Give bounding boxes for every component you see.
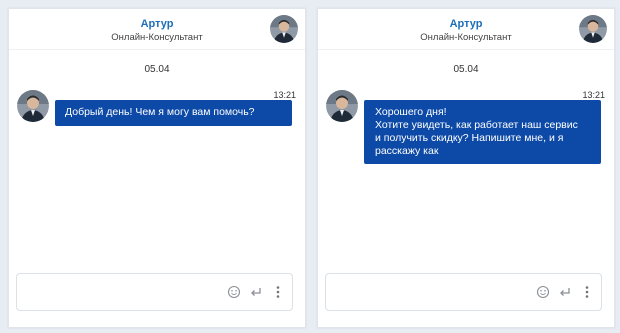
composer-actions xyxy=(536,285,594,299)
agent-role: Онлайн-Консультант xyxy=(111,32,203,43)
message-line: Хотите увидеть, как работает наш сервис xyxy=(375,119,578,131)
chat-window-right: Артур Онлайн-Консультант 05.04 13:21 Хор… xyxy=(317,8,615,328)
message-line: Хорошего дня! xyxy=(375,106,447,118)
message-bubble: Добрый день! Чем я могу вам помочь? xyxy=(55,100,292,126)
chat-header: Артур Онлайн-Консультант xyxy=(9,9,305,50)
chat-window-left: Артур Онлайн-Консультант 05.04 13:21 Доб… xyxy=(8,8,306,328)
message-line: и получить скидку? Напишите мне, и я xyxy=(375,132,564,144)
date-separator: 05.04 xyxy=(144,64,170,75)
message-avatar xyxy=(17,90,49,122)
message-input[interactable] xyxy=(325,273,602,311)
message-input[interactable] xyxy=(16,273,293,311)
enter-icon[interactable] xyxy=(249,285,263,299)
agent-avatar xyxy=(270,15,298,43)
composer-actions xyxy=(227,285,285,299)
chat-header: Артур Онлайн-Консультант xyxy=(318,9,614,50)
more-vertical-icon[interactable] xyxy=(271,285,285,299)
message-time: 13:21 xyxy=(582,90,605,100)
agent-avatar xyxy=(579,15,607,43)
agent-name: Артур xyxy=(449,18,483,30)
message-line: Добрый день! Чем я могу вам помочь? xyxy=(65,106,255,118)
message-time: 13:21 xyxy=(273,90,296,100)
emoji-icon[interactable] xyxy=(536,285,550,299)
emoji-icon[interactable] xyxy=(227,285,241,299)
message-avatar xyxy=(326,90,358,122)
message-line: расскажу как xyxy=(375,145,439,157)
agent-name: Артур xyxy=(140,18,174,30)
more-vertical-icon[interactable] xyxy=(580,285,594,299)
message-bubble: Хорошего дня! Хотите увидеть, как работа… xyxy=(364,100,601,164)
date-separator: 05.04 xyxy=(453,64,479,75)
enter-icon[interactable] xyxy=(558,285,572,299)
agent-role: Онлайн-Консультант xyxy=(420,32,512,43)
